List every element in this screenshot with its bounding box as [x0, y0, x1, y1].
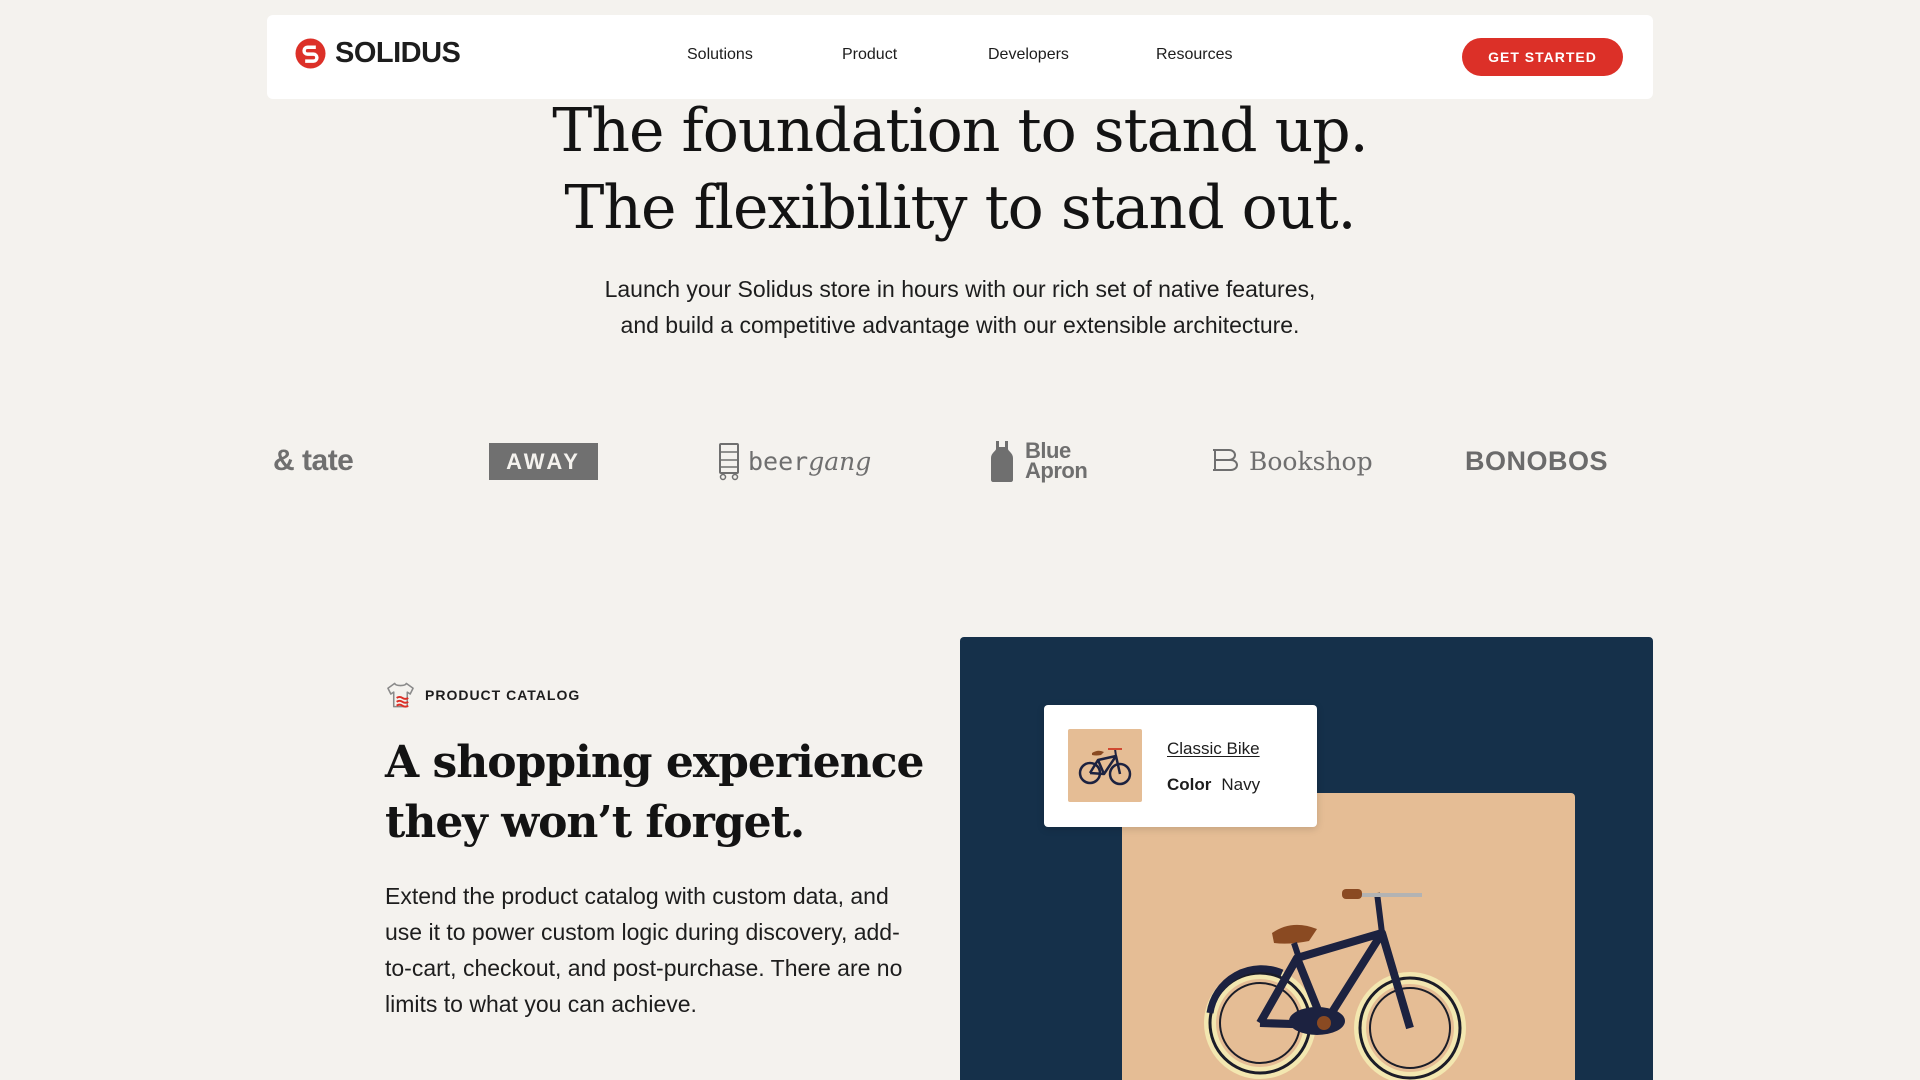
hero-subtitle: Launch your Solidus store in hours with … [0, 271, 1920, 343]
product-name-link[interactable]: Classic Bike [1167, 739, 1260, 759]
logo-tate: e & tate [267, 444, 354, 477]
color-attribute-value: Navy [1221, 775, 1261, 794]
feature-description: Extend the product catalog with custom d… [385, 883, 903, 1017]
logo-bookshop-text: Bookshop [1249, 446, 1373, 476]
logo-bookshop: Bookshop [1211, 420, 1373, 502]
bike-thumbnail-icon [1078, 748, 1132, 786]
hero-title-line-2: The flexibility to stand out. [564, 173, 1356, 243]
logo-beergang: beergang [716, 420, 871, 502]
top-navigation: SOLIDUS Solutions Product Developers Res… [267, 15, 1653, 99]
logo-beergang-prefix: beer [748, 446, 809, 476]
get-started-button[interactable]: GET STARTED [1462, 38, 1623, 76]
logo-bonobos: BONOBOS [1465, 445, 1609, 476]
product-color-attribute: Color Navy [1167, 775, 1260, 795]
nav-link-resources[interactable]: Resources [1156, 46, 1232, 64]
section-eyebrow: PRODUCT CATALOG [386, 681, 580, 709]
customer-logo-strip: e & tate AWAY beergang Blue Apron Booksh… [267, 420, 1653, 502]
color-attribute-label: Color [1167, 775, 1212, 794]
book-icon [1213, 449, 1238, 471]
product-variant-card[interactable]: Classic Bike Color Navy [1044, 705, 1317, 827]
logo-blue-apron: Blue Apron [987, 420, 1088, 502]
nav-link-product[interactable]: Product [842, 46, 897, 64]
main-menu: Solutions Product Developers Resources [267, 15, 1653, 99]
nav-link-solutions[interactable]: Solutions [687, 46, 753, 64]
logo-beergang-suffix: gang [808, 446, 872, 476]
logo-blue-apron-line-2: Apron [1025, 458, 1088, 483]
hero-title: The foundation to stand up. The flexibil… [0, 93, 1920, 247]
hero-subtitle-line-1: Launch your Solidus store in hours with … [604, 276, 1316, 302]
feature-title-line-1: A shopping experience [385, 737, 925, 788]
tshirt-icon [387, 682, 414, 708]
section-eyebrow-label: PRODUCT CATALOG [425, 687, 581, 703]
feature-title: A shopping experience they won’t forget. [385, 733, 945, 853]
product-image-stage [1122, 793, 1575, 1080]
nav-link-developers[interactable]: Developers [988, 46, 1069, 64]
apron-icon [991, 441, 1013, 482]
hero-title-line-1: The foundation to stand up. [552, 96, 1368, 166]
beer-crate-icon [719, 443, 739, 481]
logo-away: AWAY [489, 443, 598, 480]
product-showcase-panel: Classic Bike Color Navy [960, 637, 1653, 1080]
hero-subtitle-line-2: and build a competitive advantage with o… [620, 312, 1300, 338]
product-thumbnail [1068, 729, 1142, 802]
feature-title-line-2: they won’t forget. [385, 797, 805, 848]
bike-illustration [1204, 889, 1466, 1080]
